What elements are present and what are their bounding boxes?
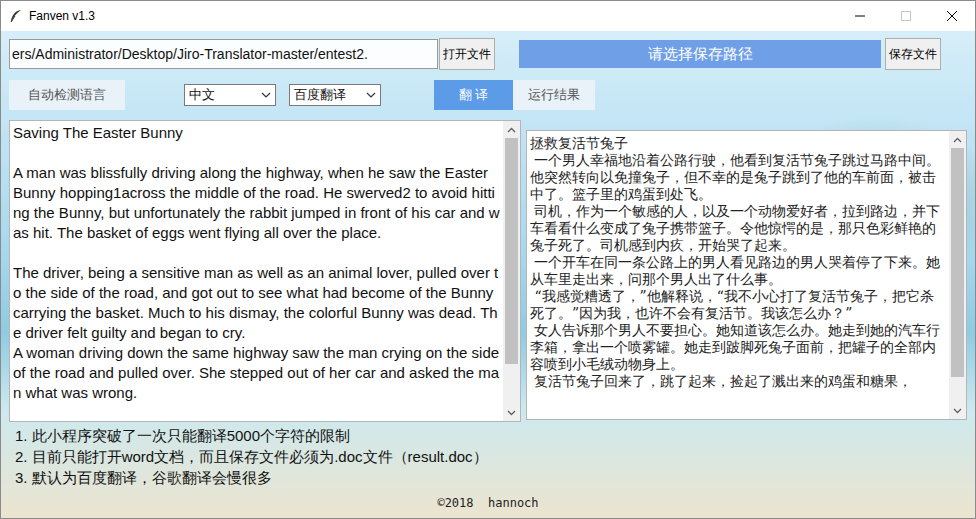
engine-select[interactable]: 百度翻译 bbox=[289, 84, 381, 106]
source-panel: Saving The Easter Bunny A man was blissf… bbox=[9, 120, 521, 422]
notes: 1. 此小程序突破了一次只能翻译5000个字符的限制2. 目前只能打开word文… bbox=[9, 425, 967, 488]
scroll-up-button[interactable] bbox=[503, 121, 520, 138]
app-window: Fanven v1.3 ers/Administrator/Desktop/Jir… bbox=[0, 0, 976, 519]
close-icon bbox=[947, 11, 957, 21]
title-bar: Fanven v1.3 bbox=[1, 1, 975, 31]
minimize-button[interactable] bbox=[837, 1, 883, 31]
result-label: 运行结果 bbox=[513, 80, 595, 110]
scroll-down-button[interactable] bbox=[503, 404, 520, 421]
arrow-up-icon bbox=[507, 127, 516, 133]
note-line: 3. 默认为百度翻译，谷歌翻译会慢很多 bbox=[15, 467, 967, 488]
window-title: Fanven v1.3 bbox=[29, 9, 837, 23]
arrow-down-icon bbox=[953, 408, 962, 414]
result-text[interactable]: 拯救复活节兔子 一个男人幸福地沿着公路行驶，他看到复活节兔子跳过马路中间。他突然… bbox=[527, 131, 949, 419]
save-path-label: 请选择保存路径 bbox=[519, 40, 881, 68]
source-language-label: 自动检测语言 bbox=[9, 80, 125, 110]
scroll-track[interactable] bbox=[949, 148, 966, 402]
dropdown-arrow-icon bbox=[261, 92, 271, 98]
result-panel: 拯救复活节兔子 一个男人幸福地沿着公路行驶，他看到复活节兔子跳过马路中间。他突然… bbox=[526, 130, 967, 420]
close-button[interactable] bbox=[929, 1, 975, 31]
dropdown-arrow-icon bbox=[366, 92, 376, 98]
text-panels: Saving The Easter Bunny A man was blissf… bbox=[9, 120, 967, 422]
scroll-thumb[interactable] bbox=[505, 138, 518, 364]
scroll-up-button[interactable] bbox=[949, 131, 966, 148]
open-file-button[interactable]: 打开文件 bbox=[439, 38, 495, 70]
translate-button[interactable]: 翻 译 bbox=[434, 80, 513, 110]
arrow-down-icon bbox=[507, 410, 516, 416]
file-path-field[interactable]: ers/Administrator/Desktop/Jiro-Translato… bbox=[9, 39, 438, 69]
maximize-button[interactable] bbox=[883, 1, 929, 31]
scrollbar[interactable] bbox=[503, 121, 520, 421]
scrollbar[interactable] bbox=[949, 131, 966, 419]
options-row: 自动检测语言 中文百度翻译 翻 译运行结果 bbox=[9, 80, 967, 110]
footer: ©2018 hannoch bbox=[9, 488, 967, 518]
scroll-thumb[interactable] bbox=[951, 148, 964, 377]
note-line: 1. 此小程序突破了一次只能翻译5000个字符的限制 bbox=[15, 425, 967, 446]
source-text[interactable]: Saving The Easter Bunny A man was blissf… bbox=[10, 121, 503, 421]
minimize-icon bbox=[855, 11, 865, 21]
feather-icon bbox=[9, 9, 23, 23]
save-file-button[interactable]: 保存文件 bbox=[885, 38, 941, 70]
scroll-down-button[interactable] bbox=[949, 402, 966, 419]
target-language-select[interactable]: 中文 bbox=[184, 84, 276, 106]
maximize-icon bbox=[901, 11, 911, 21]
file-row: ers/Administrator/Desktop/Jiro-Translato… bbox=[9, 38, 967, 70]
app-body: ers/Administrator/Desktop/Jiro-Translato… bbox=[1, 31, 975, 518]
note-line: 2. 目前只能打开word文档，而且保存文件必须为.doc文件（result.d… bbox=[15, 446, 967, 467]
arrow-up-icon bbox=[953, 137, 962, 143]
scroll-track[interactable] bbox=[503, 138, 520, 404]
